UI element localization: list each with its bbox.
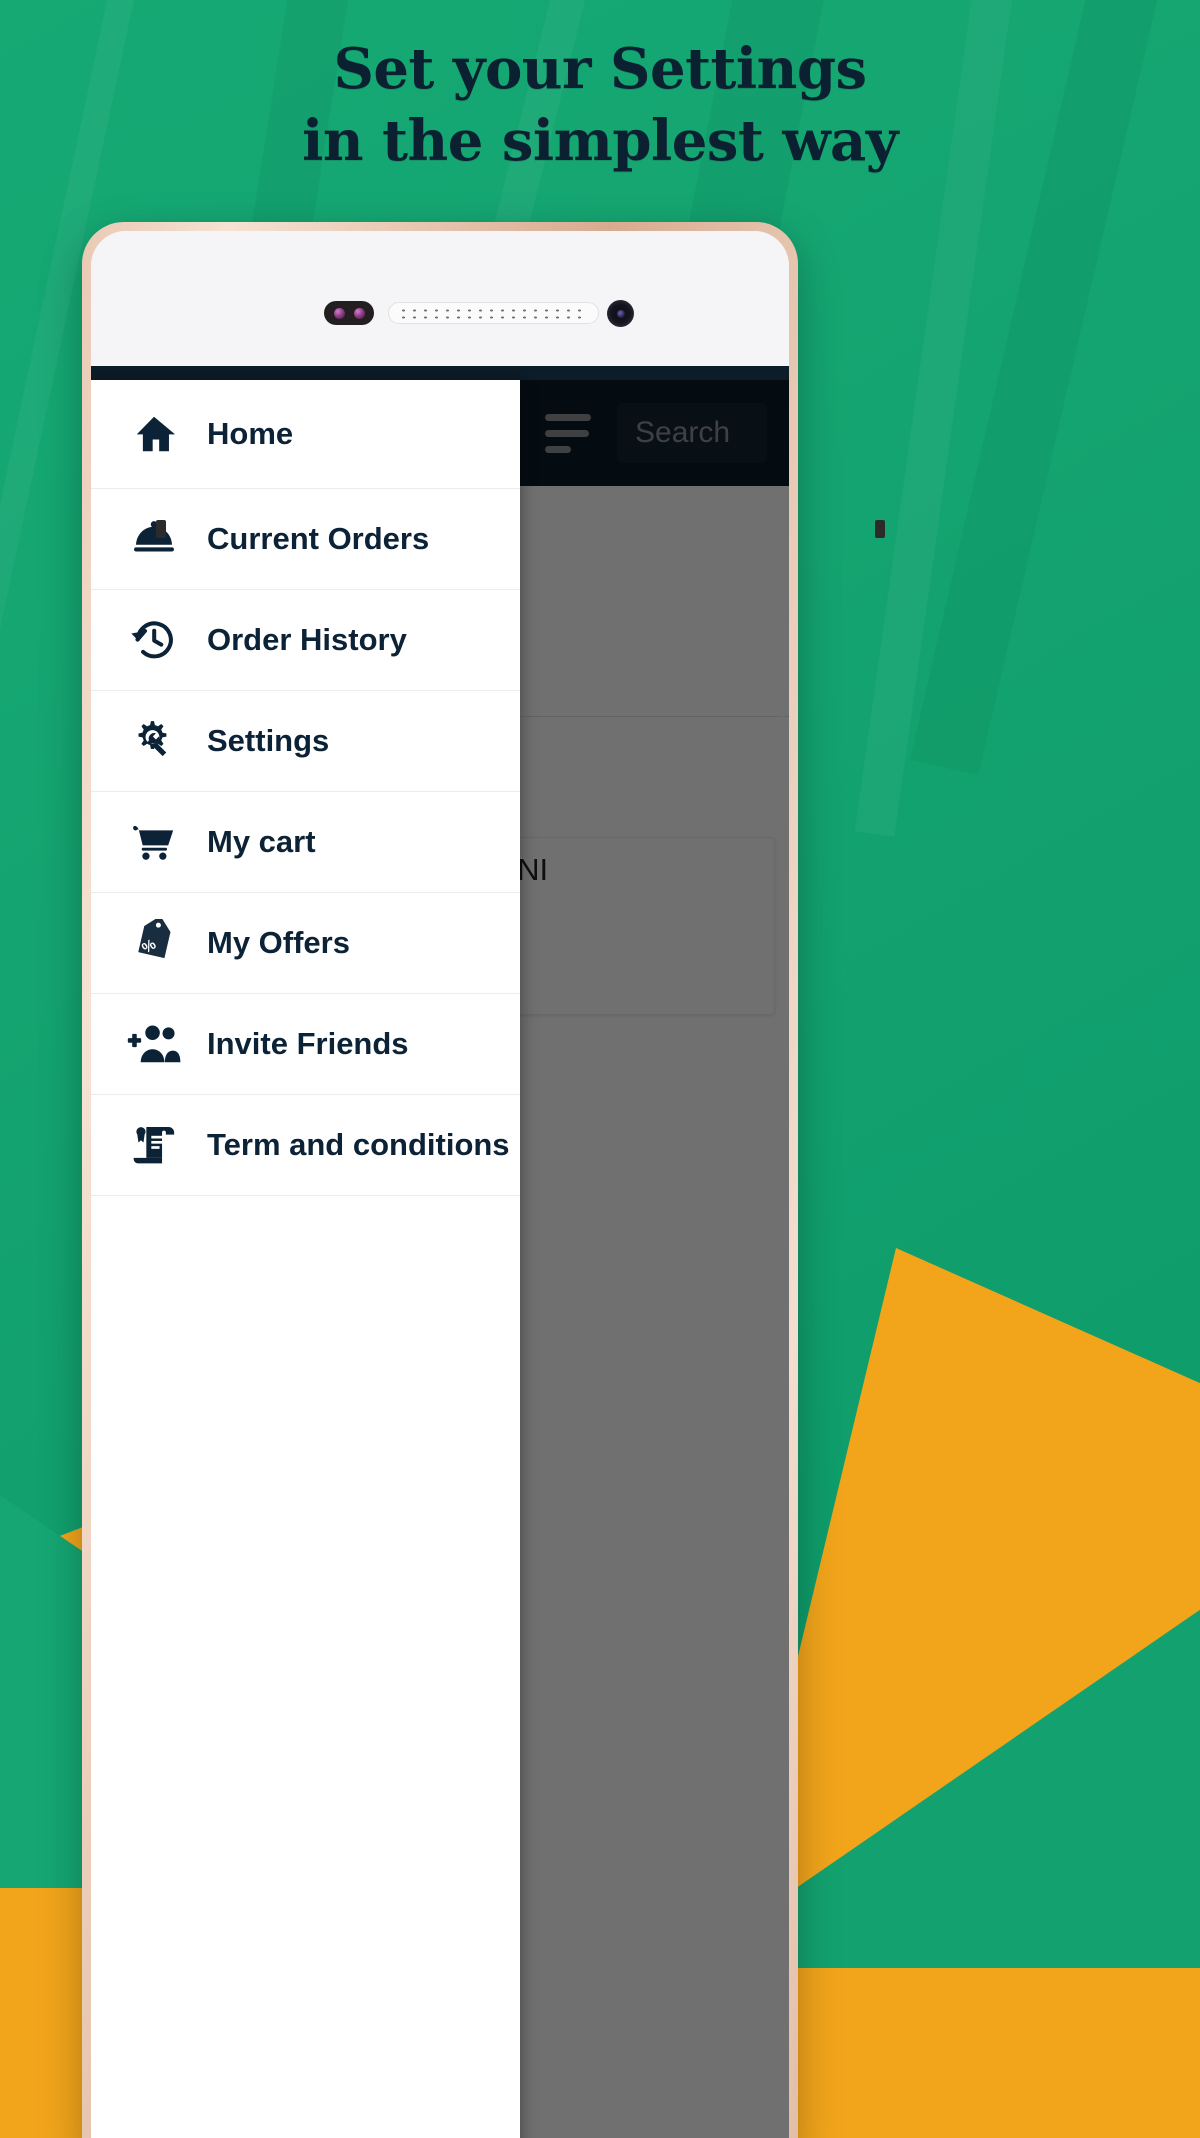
shopping-cart-icon: [123, 819, 185, 865]
phone-mockup: Search: [82, 222, 885, 2138]
proximity-sensor-icon: [324, 301, 374, 325]
drawer-item-my-offers[interactable]: % My Offers: [91, 893, 520, 994]
headline-line-2: in the simplest way: [302, 107, 898, 174]
phone-top-bezel: [91, 231, 789, 366]
status-bar: [91, 366, 789, 380]
app-screen: Search: [91, 366, 789, 2138]
drawer-item-terms-and-conditions[interactable]: Term and conditions: [91, 1095, 520, 1196]
drawer-item-label: My Offers: [207, 925, 350, 960]
drawer-item-current-orders[interactable]: Current Orders: [91, 489, 520, 590]
drawer-item-home[interactable]: Home: [91, 380, 520, 489]
promo-banner: Set your Settings in the simplest way Ho…: [0, 0, 1200, 2138]
drawer-item-label: My cart: [207, 824, 316, 859]
promo-headline: Set your Settings in the simplest way: [0, 34, 1200, 177]
scroll-document-icon: [123, 1122, 185, 1168]
earpiece-speaker-icon: [388, 302, 599, 324]
history-clock-icon: [123, 617, 185, 663]
drawer-item-label: Home: [207, 416, 294, 451]
cloche-icon: [123, 516, 185, 562]
front-camera-icon: [607, 300, 634, 327]
phone-button-left: [156, 520, 166, 538]
drawer-item-invite-friends[interactable]: Invite Friends: [91, 994, 520, 1095]
navigation-drawer: Home Current Orders Order History Settin…: [91, 380, 520, 2138]
drawer-item-my-cart[interactable]: My cart: [91, 792, 520, 893]
drawer-item-label: Order History: [207, 622, 407, 657]
drawer-item-label: Settings: [207, 723, 330, 758]
price-tag-percent-icon: %: [123, 919, 185, 967]
phone-button-right: [875, 520, 885, 538]
drawer-item-label: Invite Friends: [207, 1026, 409, 1061]
gear-wrench-icon: [123, 718, 185, 764]
phone-screen-frame: Search: [91, 231, 789, 2138]
drawer-item-label: Term and conditions: [207, 1127, 510, 1162]
drawer-item-settings[interactable]: Settings: [91, 691, 520, 792]
person-add-icon: [123, 1022, 185, 1066]
drawer-item-order-history[interactable]: Order History: [91, 590, 520, 691]
headline-line-1: Set your Settings: [333, 36, 867, 102]
drawer-item-label: Current Orders: [207, 521, 430, 556]
home-icon: [123, 411, 185, 457]
